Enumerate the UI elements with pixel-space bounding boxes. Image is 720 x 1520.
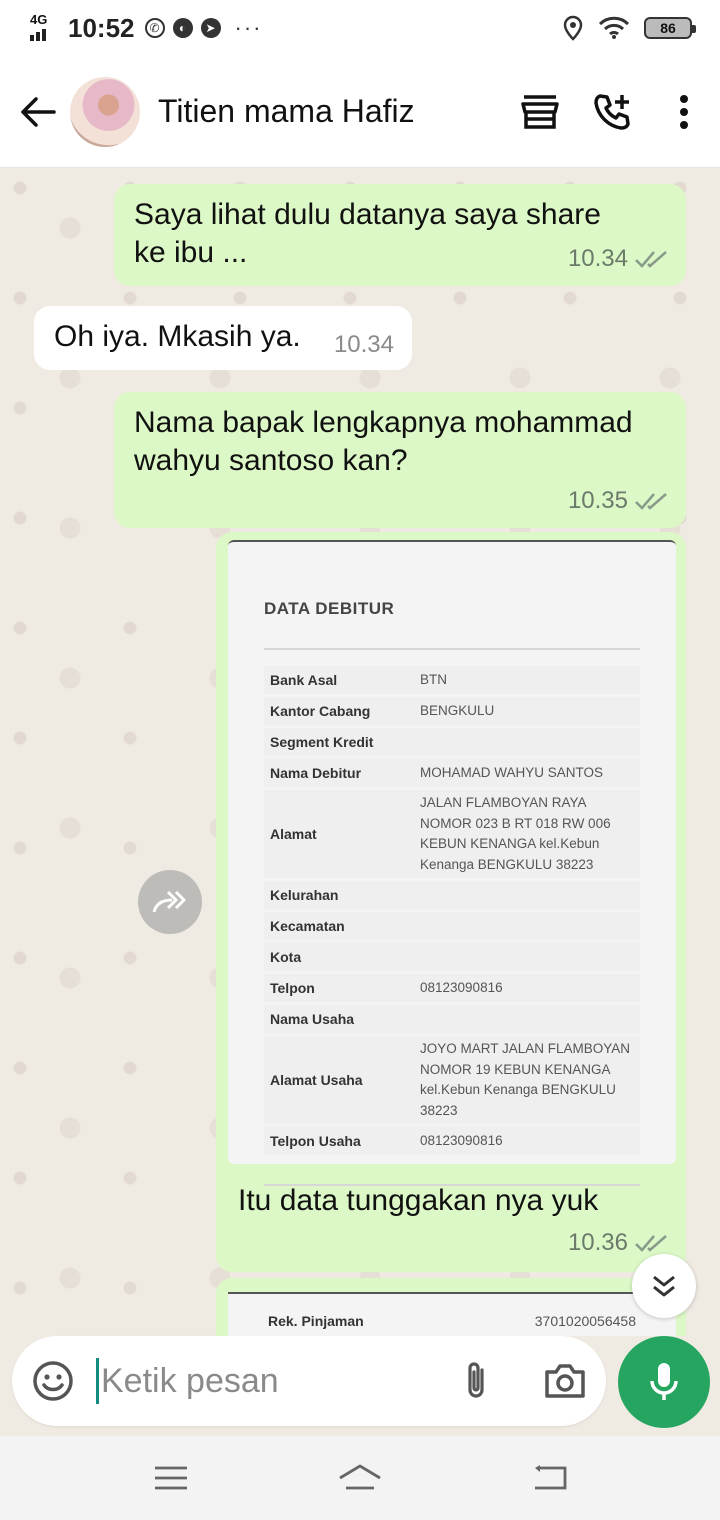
chat-header: Titien mama Hafiz <box>0 56 720 168</box>
message-input-placeholder[interactable]: Ketik pesan <box>101 1362 460 1401</box>
text-cursor <box>96 1358 99 1404</box>
document-message-bubble[interactable]: DATA DEBITUR Bank Asal BTN Kantor Cabang B… <box>216 532 686 1272</box>
document-row: Kota <box>264 943 640 971</box>
document-row: Nama Debitur MOHAMAD WAHYU SANTOS <box>264 759 640 787</box>
message-meta: 10.35 <box>568 482 668 520</box>
message-text: Nama bapak lengkapnya mohammad wahyu san… <box>134 406 633 477</box>
document-row: Bank Asal BTN <box>264 666 640 694</box>
divider <box>264 648 640 650</box>
network-type: 4G <box>30 12 48 27</box>
double-check-icon <box>635 493 667 510</box>
message-input[interactable]: Ketik pesan <box>12 1336 606 1426</box>
document-row: Segment Kredit <box>264 728 640 756</box>
add-call-button[interactable] <box>576 80 648 144</box>
avatar[interactable] <box>70 76 140 147</box>
message-time: 10.34 <box>333 331 394 358</box>
telegram-icon: ➤ <box>200 18 221 38</box>
status-bar: 4G 10:52 ✆ ◐ ➤ ··· 86 <box>0 0 720 56</box>
document-title: DATA DEBITUR <box>264 599 395 618</box>
forward-icon <box>152 890 186 913</box>
whatsapp-icon: ✆ <box>144 18 165 38</box>
message-caption: Itu data tunggakan nya yuk <box>238 1184 599 1217</box>
message-bubble[interactable]: Nama bapak lengkapnya mohammad wahyu san… <box>114 392 686 528</box>
more-notifications-icon: ··· <box>234 15 263 40</box>
status-time: 10:52 <box>68 12 135 43</box>
arrow-left-icon <box>21 96 56 127</box>
call-add-icon <box>594 93 630 130</box>
scroll-to-bottom-button[interactable] <box>632 1254 696 1318</box>
message-meta: 10.34 <box>334 326 394 364</box>
document-row: Kelurahan <box>264 881 640 909</box>
contact-name[interactable]: Titien mama Hafiz <box>158 93 504 130</box>
store-icon <box>521 94 559 129</box>
document-row: Kantor Cabang BENGKULU <box>264 697 640 725</box>
network-icon: 4G <box>28 13 58 43</box>
message-time: 10.36 <box>567 1229 628 1256</box>
paperclip-icon[interactable] <box>460 1360 492 1402</box>
back-button[interactable] <box>6 80 70 144</box>
document-preview[interactable]: DATA DEBITUR Bank Asal BTN Kantor Cabang B… <box>228 540 676 1186</box>
input-bar: Ketik pesan <box>0 1336 720 1436</box>
emoji-icon[interactable] <box>32 1360 74 1402</box>
mic-icon <box>650 1363 678 1400</box>
wifi-icon <box>598 16 630 39</box>
document-preview[interactable]: Rek. Pinjaman 3701020056458 <box>228 1292 676 1336</box>
document-row: Telpon 08123090816 <box>264 974 640 1002</box>
message-meta: 10.34 <box>568 240 668 278</box>
document-row: Kecamatan <box>264 912 640 940</box>
more-options-button[interactable] <box>648 80 720 144</box>
more-vert-icon <box>680 94 688 129</box>
chevron-double-down-icon <box>653 1275 675 1297</box>
recent-apps-icon[interactable] <box>153 1465 189 1491</box>
document-row-value: 3701020056458 <box>534 1313 636 1329</box>
document-row: Telpon Usaha 08123090816 <box>264 1127 640 1155</box>
forward-button[interactable] <box>138 870 202 934</box>
document-row: Alamat Usaha JOYO MART JALAN FLAMBOYAN NO… <box>264 1036 640 1124</box>
message-time: 10.34 <box>567 245 628 272</box>
battery-level: 86 <box>660 20 676 36</box>
back-nav-icon[interactable] <box>531 1464 567 1492</box>
location-icon <box>563 15 583 41</box>
store-button[interactable] <box>504 80 576 144</box>
double-check-icon <box>635 251 667 268</box>
double-check-icon <box>635 1235 667 1252</box>
battery-icon: 86 <box>644 17 696 39</box>
home-icon[interactable] <box>336 1462 384 1494</box>
camera-icon[interactable] <box>544 1363 586 1399</box>
message-time: 10.35 <box>567 487 628 514</box>
message-text: Saya lihat dulu datanya saya share ke ib… <box>134 198 601 269</box>
message-bubble[interactable]: Oh iya. Mkasih ya. 10.34 <box>34 306 412 370</box>
system-nav-bar <box>0 1436 720 1520</box>
voice-message-button[interactable] <box>618 1336 710 1428</box>
compass-icon: ◐ <box>172 18 193 38</box>
document-row: Nama Usaha <box>264 1005 640 1033</box>
document-row-label: Rek. Pinjaman <box>268 1313 364 1329</box>
document-message-bubble[interactable]: Rek. Pinjaman 3701020056458 <box>216 1278 686 1336</box>
chat-area[interactable]: Saya lihat dulu datanya saya share ke ib… <box>0 168 720 1336</box>
document-row: Alamat JALAN FLAMBOYAN RAYA NOMOR 023 B R… <box>264 790 640 878</box>
message-bubble[interactable]: Saya lihat dulu datanya saya share ke ib… <box>114 184 686 286</box>
